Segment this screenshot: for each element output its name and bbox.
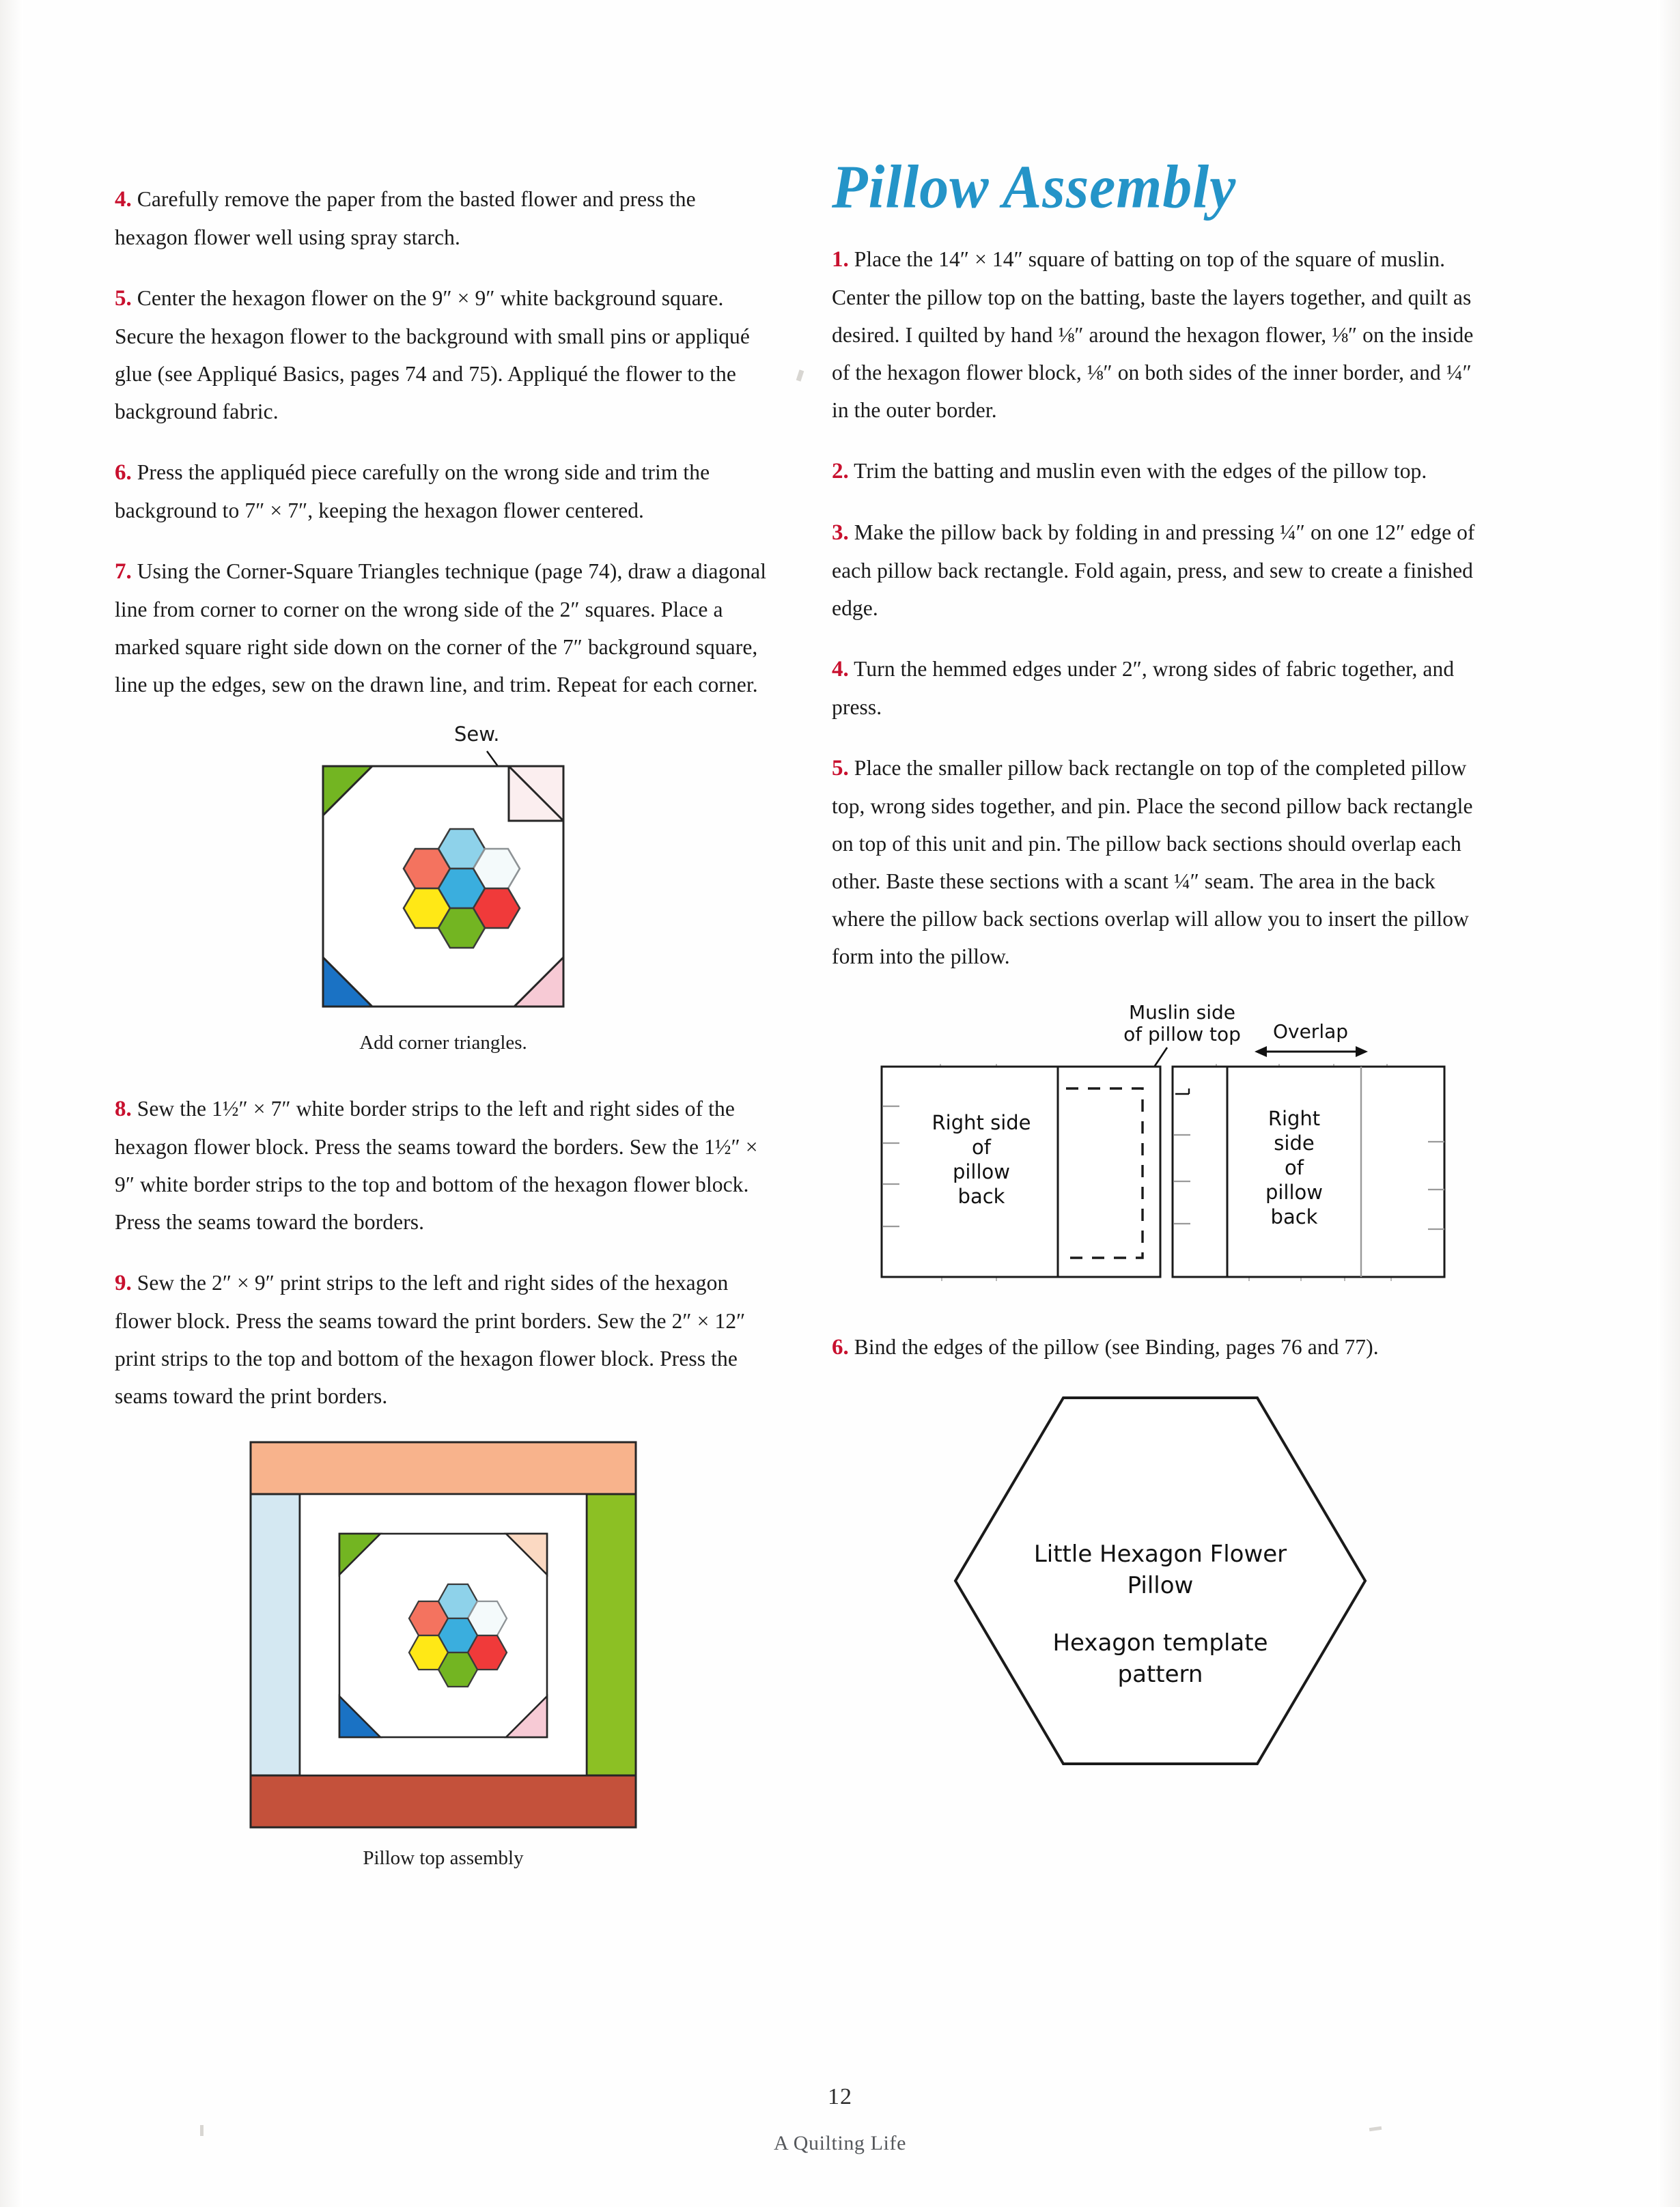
instruction-step: 3. Make the pillow back by folding in an… — [832, 514, 1489, 627]
hexagon-template-drawing: Little Hexagon Flower Pillow Hexagon tem… — [942, 1390, 1379, 1775]
scan-edge-left — [0, 0, 23, 2207]
hexagon-green — [437, 1651, 479, 1687]
right-column: Pillow Assembly 1. Place the 14″ × 14″ s… — [832, 152, 1489, 1775]
instruction-step: 4. Carefully remove the paper from the b… — [115, 180, 772, 256]
step-text: Using the Corner-Square Triangles techni… — [115, 559, 767, 697]
scan-artifact-top — [796, 369, 804, 382]
instruction-step: 9. Sew the 2″ × 9″ print strips to the l… — [115, 1264, 772, 1415]
left-panel-label-line4: back — [958, 1185, 1005, 1208]
right-panel-label-line3: of — [1285, 1156, 1304, 1179]
page-number: 12 — [828, 2084, 852, 2109]
instruction-step: 6. Press the appliquéd piece carefully o… — [115, 453, 772, 529]
figure-caption: Add corner triangles. — [359, 1031, 527, 1054]
figure-pillow-top: Pillow top assembly — [115, 1438, 772, 1870]
step-number: 6. — [832, 1335, 849, 1360]
left-panel-label-line2: of — [972, 1136, 992, 1159]
instruction-step: 6. Bind the edges of the pillow (see Bin… — [832, 1328, 1489, 1366]
right-panel-label-line1: Right — [1268, 1107, 1320, 1130]
outer-border-right-green — [585, 1493, 637, 1776]
instruction-step: 5. Place the smaller pillow back rectang… — [832, 749, 1489, 975]
step-number: 5. — [115, 285, 132, 311]
left-column: 4. Carefully remove the paper from the b… — [115, 158, 772, 1870]
right-panel-label-line5: back — [1271, 1205, 1318, 1228]
step-number: 8. — [115, 1096, 132, 1121]
step-text: Place the 14″ × 14″ square of batting on… — [832, 247, 1474, 422]
instruction-step: 2. Trim the batting and muslin even with… — [832, 452, 1489, 490]
instruction-step: 8. Sew the 1½″ × 7″ white border strips … — [115, 1090, 772, 1241]
step-number: 4. — [832, 657, 849, 681]
step-text: Turn the hemmed edges under 2″, wrong si… — [832, 657, 1455, 719]
step-text: Center the hexagon flower on the 9″ × 9″… — [115, 285, 750, 423]
section-heading-pillow-assembly: Pillow Assembly — [832, 152, 1237, 221]
step-text: Trim the batting and muslin even with th… — [854, 459, 1427, 483]
hex-template-title-line1: Little Hexagon Flower — [1034, 1541, 1287, 1568]
instruction-step: 4. Turn the hemmed edges under 2″, wrong… — [832, 650, 1489, 726]
step-number: 4. — [115, 186, 132, 212]
scan-edge-right — [1657, 0, 1680, 2207]
pillow-top-drawing — [247, 1438, 640, 1835]
overlap-label: Overlap — [1273, 1020, 1348, 1043]
outer-border-top-peach — [249, 1441, 637, 1495]
book-page: 4. Carefully remove the paper from the b… — [0, 0, 1680, 2207]
instruction-step: 7. Using the Corner-Square Triangles tec… — [115, 552, 772, 703]
right-panel-label-line2: side — [1274, 1131, 1314, 1155]
hexagon-template-svg: Little Hexagon Flower Pillow Hexagon tem… — [953, 1396, 1367, 1765]
figure-caption: Pillow top assembly — [363, 1846, 524, 1869]
hex-template-title-line2: Pillow — [1128, 1572, 1194, 1599]
sew-label: Sew. — [454, 722, 500, 746]
pillow-back-drawing: Muslin side of pillow top Overlap Right … — [867, 998, 1454, 1295]
left-panel-label-line1: Right side — [932, 1111, 1031, 1134]
instruction-step: 1. Place the 14″ × 14″ square of batting… — [832, 240, 1489, 429]
step-number: 3. — [832, 520, 849, 545]
step-number: 2. — [832, 459, 849, 483]
corner-triangles-drawing: Sew. — [304, 722, 583, 1030]
figure-pillow-back: Muslin side of pillow top Overlap Right … — [832, 998, 1489, 1295]
left-panel-label-line3: pillow — [953, 1160, 1010, 1183]
muslin-label-line1: Muslin side — [1129, 1001, 1235, 1024]
scan-artifact-bottom — [1369, 2126, 1382, 2132]
sew-leader-line — [486, 750, 499, 767]
pillow-top-svg — [249, 1441, 637, 1828]
outer-border-left-lightblue — [249, 1493, 301, 1776]
step-text: Carefully remove the paper from the bast… — [115, 186, 696, 249]
right-panel-label-line4: pillow — [1265, 1181, 1323, 1204]
step-text: Press the appliquéd piece carefully on t… — [115, 460, 710, 522]
figure-hexagon-template: Little Hexagon Flower Pillow Hexagon tem… — [832, 1390, 1489, 1775]
step-number: 6. — [115, 460, 132, 485]
step-number: 1. — [832, 247, 849, 272]
step-text: Sew the 2″ × 9″ print strips to the left… — [115, 1270, 746, 1408]
book-title: A Quilting Life — [774, 2132, 906, 2154]
instruction-step: 5. Center the hexagon flower on the 9″ ×… — [115, 279, 772, 430]
outer-border-bottom-brick — [249, 1774, 637, 1828]
step-number: 5. — [832, 756, 849, 781]
overlap-arrow — [1255, 1046, 1368, 1057]
step-text: Bind the edges of the pillow (see Bindin… — [854, 1335, 1379, 1359]
step-number: 7. — [115, 559, 132, 584]
figure-corner-triangles: Sew. Add corner triangles. — [115, 722, 772, 1054]
step-number: 9. — [115, 1270, 132, 1295]
step-text: Make the pillow back by folding in and p… — [832, 520, 1475, 620]
hex-template-subtitle-line1: Hexagon template — [1052, 1629, 1268, 1657]
step-text: Place the smaller pillow back rectangle … — [832, 756, 1473, 968]
muslin-label-line2: of pillow top — [1123, 1023, 1241, 1045]
step-text: Sew the 1½″ × 7″ white border strips to … — [115, 1096, 758, 1234]
corner-triangles-svg — [322, 750, 565, 1007]
pillow-back-svg: Muslin side of pillow top Overlap Right … — [880, 1001, 1446, 1281]
hex-template-subtitle-line2: pattern — [1118, 1661, 1203, 1688]
